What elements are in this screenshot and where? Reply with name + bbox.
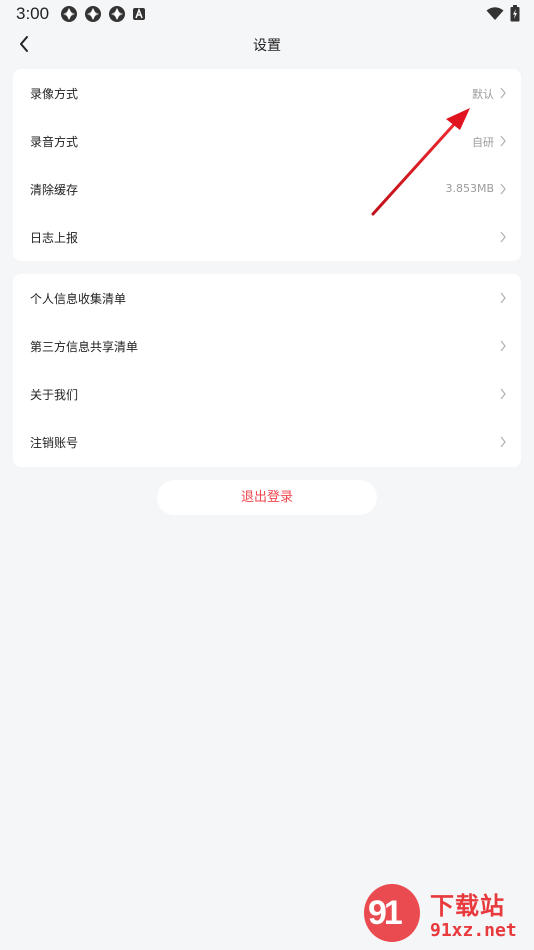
logout-button[interactable]: 退出登录 [157,480,377,515]
system-icons [486,5,520,22]
battery-icon [510,5,520,22]
settings-item-recording-mode[interactable]: 录像方式 默认 [13,69,521,117]
watermark: 91 下载站 91xz.net [360,884,530,948]
app-notification-icon [85,6,101,22]
app-notification-icon [61,6,77,22]
settings-item-value: 3.853MB [445,182,494,195]
settings-item-label: 录像方式 [30,87,79,101]
chevron-right-icon [500,388,506,400]
settings-item-value: 自研 [472,136,494,149]
app-header: 设置 [0,28,534,62]
chevron-right-icon [500,436,506,448]
settings-item-label: 日志上报 [30,231,79,245]
settings-item-label: 个人信息收集清单 [30,292,127,306]
settings-item-label: 录音方式 [30,135,79,149]
chevron-right-icon [500,87,506,99]
chevron-right-icon [500,135,506,147]
settings-item-label: 关于我们 [30,388,79,402]
app-notification-icon [109,6,125,22]
text-notification-icon [133,7,145,20]
watermark-logo: 91 [368,894,403,932]
settings-card-general: 录像方式 默认 录音方式 自研 清除缓存 3.853MB 日志上报 [13,69,521,261]
chevron-right-icon [500,183,506,195]
chevron-right-icon [500,292,506,304]
settings-item-about-us[interactable]: 关于我们 [13,370,521,418]
status-time: 3:00 [16,4,50,23]
settings-item-value: 默认 [472,88,494,101]
settings-item-label: 清除缓存 [30,183,79,197]
settings-item-log-report[interactable]: 日志上报 [13,213,521,261]
page-title: 设置 [253,38,281,54]
status-bar: 3:00 [0,0,534,28]
watermark-domain: 91xz.net [430,920,517,941]
settings-item-third-party-sharing-list[interactable]: 第三方信息共享清单 [13,322,521,370]
wifi-icon [486,6,504,20]
settings-item-label: 第三方信息共享清单 [30,340,139,354]
settings-item-label: 注销账号 [30,436,79,450]
settings-item-personal-info-list[interactable]: 个人信息收集清单 [13,274,521,322]
settings-card-privacy: 个人信息收集清单 第三方信息共享清单 关于我们 注销账号 [13,274,521,467]
chevron-right-icon [500,231,506,243]
notification-icons [60,5,146,23]
chevron-right-icon [500,340,506,352]
settings-item-audio-mode[interactable]: 录音方式 自研 [13,117,521,165]
settings-item-clear-cache[interactable]: 清除缓存 3.853MB [13,165,521,213]
watermark-title: 下载站 [430,892,505,920]
settings-item-delete-account[interactable]: 注销账号 [13,418,521,466]
